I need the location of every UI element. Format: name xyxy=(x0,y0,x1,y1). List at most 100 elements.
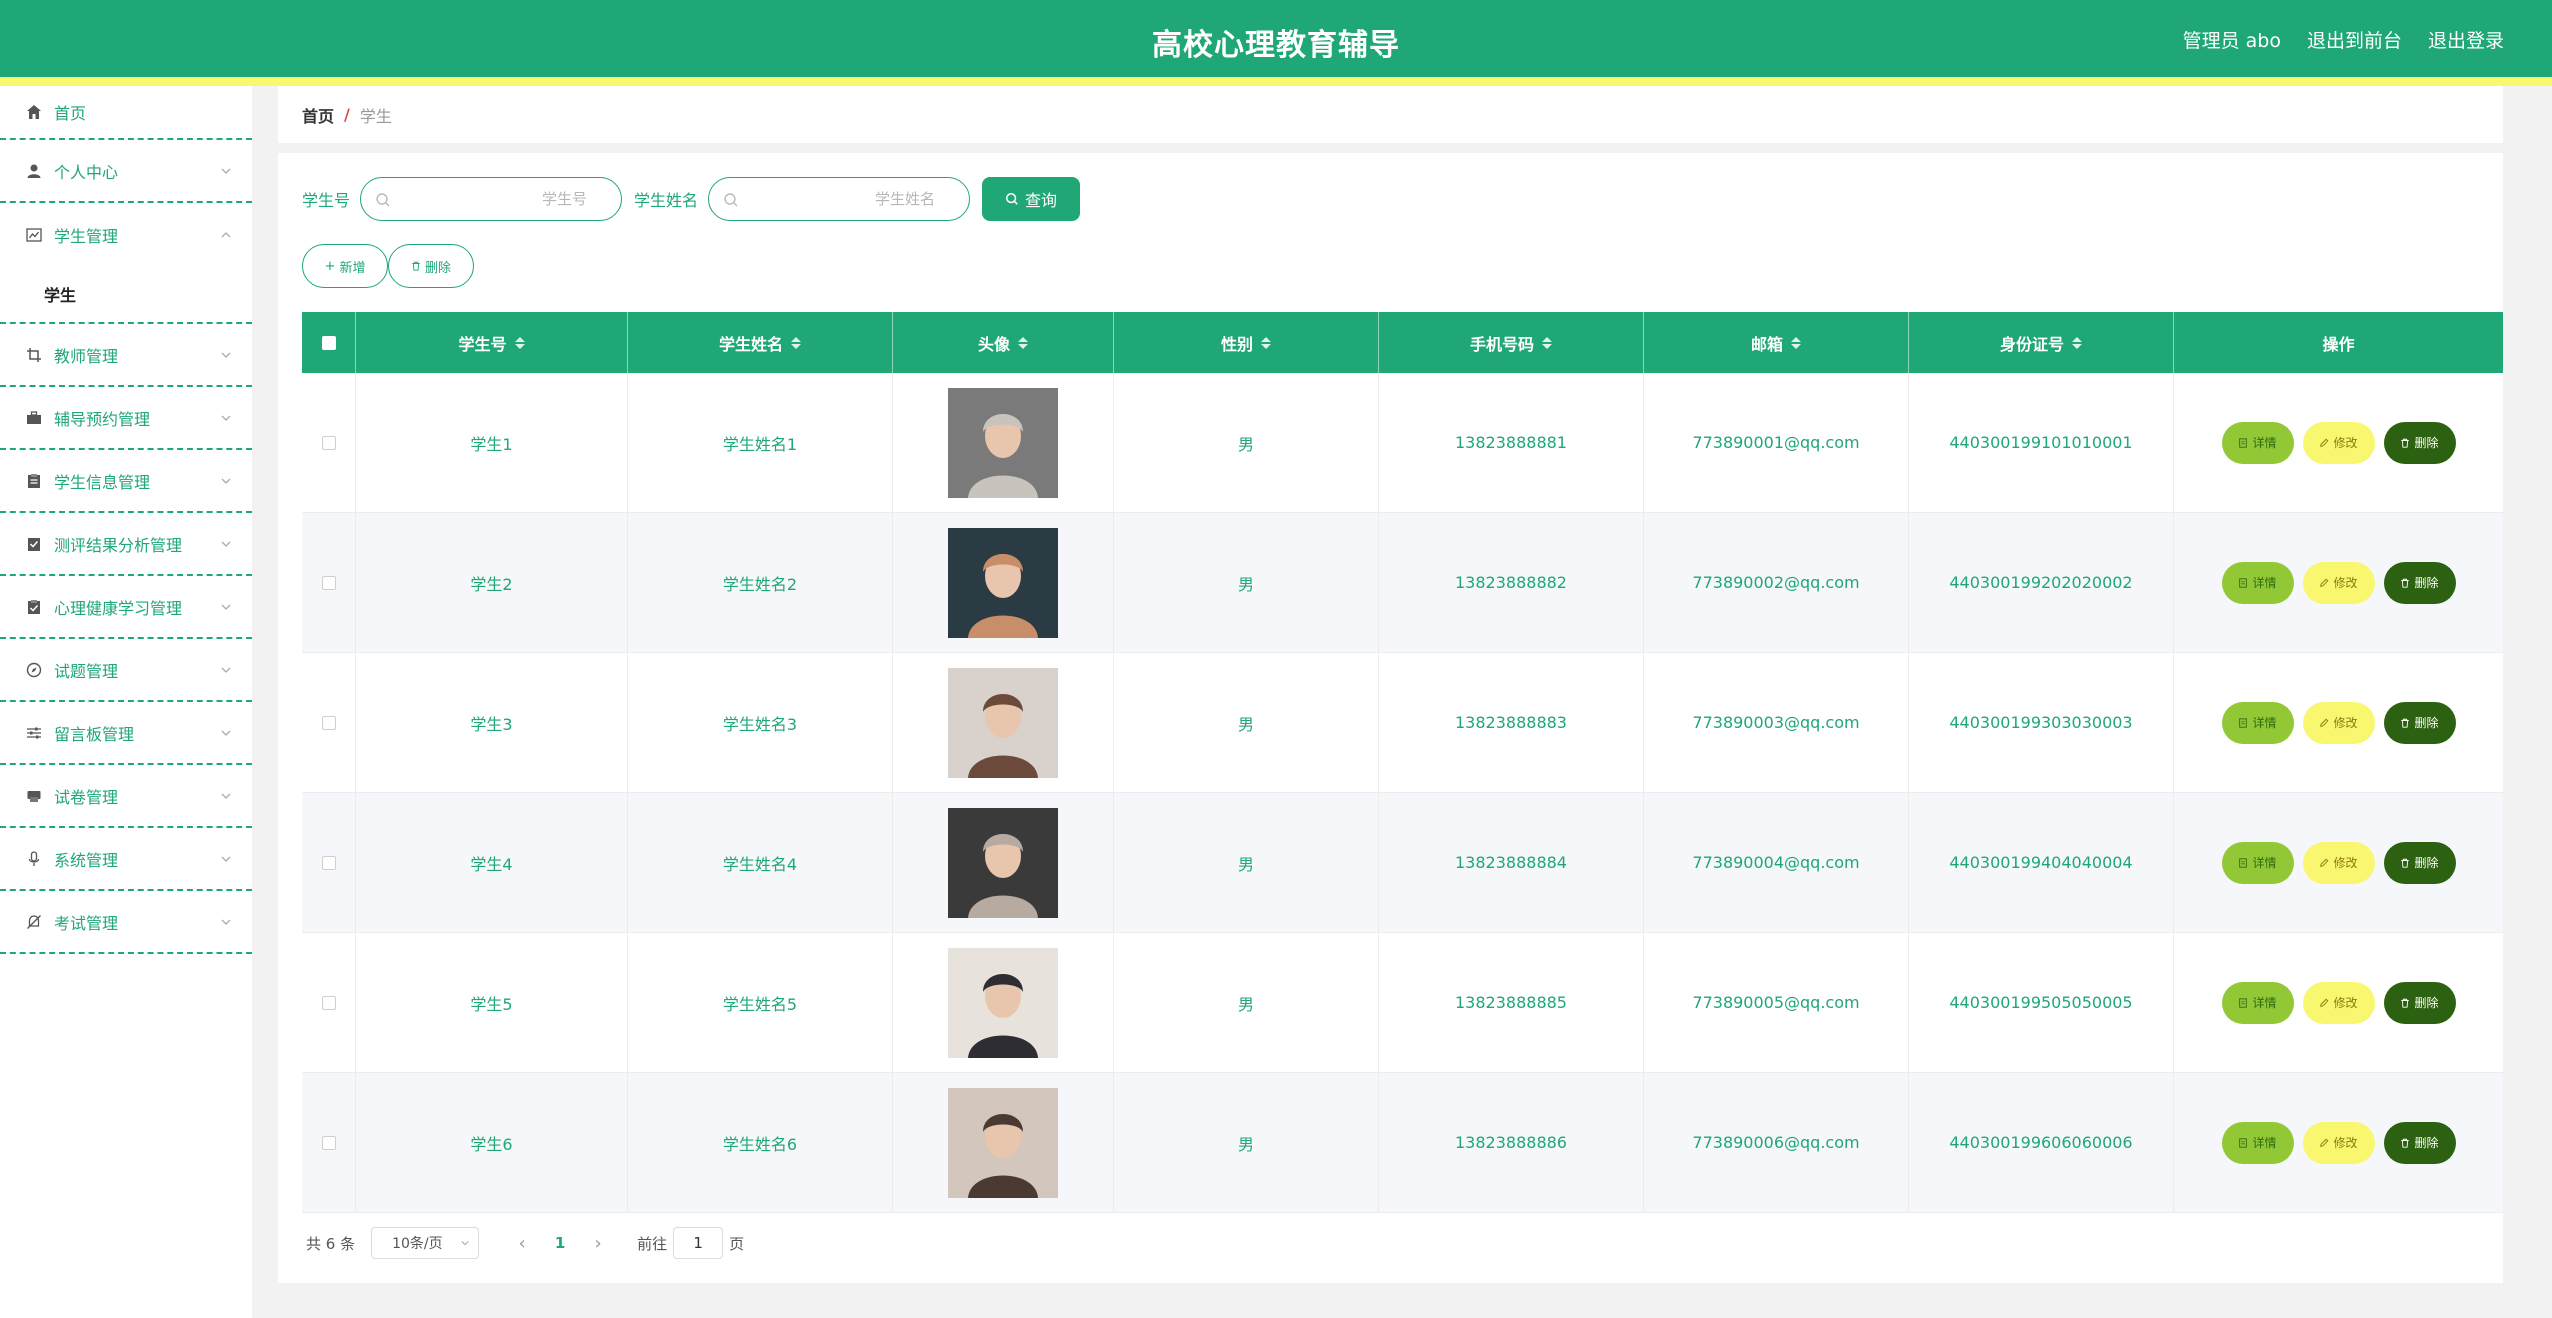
row-checkbox[interactable] xyxy=(321,715,336,730)
sort-icon[interactable] xyxy=(1542,336,1552,349)
clipboard-icon xyxy=(26,473,42,489)
email: 773890006@qq.com xyxy=(1692,1133,1860,1152)
row-checkbox-cell xyxy=(302,513,356,652)
detail-button-label: 详情 xyxy=(2252,856,2277,870)
edit-icon xyxy=(2320,998,2329,1007)
column-header-avatar[interactable]: 头像 xyxy=(893,312,1114,373)
gender: 男 xyxy=(1237,574,1254,594)
sort-icon[interactable] xyxy=(1018,336,1028,349)
next-page-button[interactable]: › xyxy=(583,1233,613,1254)
exit-to-front-link[interactable]: 退出到前台 xyxy=(2307,26,2402,53)
row-checkbox-cell xyxy=(302,373,356,512)
chevron-down-icon xyxy=(221,541,231,547)
column-label: 手机号码 xyxy=(1469,334,1534,354)
trash-icon xyxy=(2401,858,2410,868)
row-actions: 详情 修改 删除 xyxy=(2221,981,2456,1024)
column-header-gender[interactable]: 性别 xyxy=(1114,312,1379,373)
batch-delete-button[interactable]: 删除 xyxy=(388,244,474,288)
user-icon xyxy=(26,163,42,179)
id-number: 440300199303030003 xyxy=(1949,713,2133,732)
crop-icon xyxy=(26,347,42,363)
sidebar-item-message-board-management[interactable]: 留言板管理 xyxy=(0,702,252,765)
edit-button[interactable]: 修改 xyxy=(2302,981,2375,1024)
column-header-id-number[interactable]: 身份证号 xyxy=(1909,312,2174,373)
cell-gender: 男 xyxy=(1114,793,1379,932)
delete-button[interactable]: 删除 xyxy=(2383,701,2456,744)
table-row: 学生4 学生姓名4 男 13823888884 773890004@qq.com… xyxy=(302,793,2503,933)
prev-page-button[interactable]: ‹ xyxy=(507,1233,537,1254)
sidebar-subitem-student[interactable]: 学生 xyxy=(0,266,252,322)
detail-button[interactable]: 详情 xyxy=(2221,701,2294,744)
student-no: 学生5 xyxy=(470,994,513,1014)
delete-button[interactable]: 删除 xyxy=(2383,421,2456,464)
sliders-icon xyxy=(26,725,42,741)
avatar xyxy=(948,387,1058,498)
edit-button[interactable]: 修改 xyxy=(2302,421,2375,464)
cell-student-no: 学生5 xyxy=(356,933,628,1072)
sidebar-item-home[interactable]: 首页 xyxy=(0,86,252,140)
detail-button-label: 详情 xyxy=(2252,436,2277,450)
cell-email: 773890003@qq.com xyxy=(1644,653,1909,792)
sidebar-item-assessment-analysis-management[interactable]: 测评结果分析管理 xyxy=(0,513,252,576)
sort-icon[interactable] xyxy=(1261,336,1271,349)
goto-page-input[interactable]: 1 xyxy=(673,1227,724,1259)
student-name-input[interactable] xyxy=(749,178,950,220)
row-checkbox[interactable] xyxy=(321,995,336,1010)
sidebar-item-paper-management[interactable]: 试卷管理 xyxy=(0,765,252,828)
column-header-email[interactable]: 邮箱 xyxy=(1644,312,1909,373)
delete-button[interactable]: 删除 xyxy=(2383,981,2456,1024)
detail-button[interactable]: 详情 xyxy=(2221,1121,2294,1164)
row-checkbox[interactable] xyxy=(321,855,336,870)
column-header-phone[interactable]: 手机号码 xyxy=(1379,312,1644,373)
sort-icon[interactable] xyxy=(791,336,801,349)
plus-icon: + xyxy=(324,258,336,274)
gender: 男 xyxy=(1237,714,1254,734)
edit-button[interactable]: 修改 xyxy=(2302,561,2375,604)
edit-button[interactable]: 修改 xyxy=(2302,1121,2375,1164)
sidebar-item-student-info-management[interactable]: 学生信息管理 xyxy=(0,450,252,513)
breadcrumb-current: 学生 xyxy=(359,106,392,126)
add-button[interactable]: + 新增 xyxy=(302,244,388,288)
detail-button[interactable]: 详情 xyxy=(2221,981,2294,1024)
query-button[interactable]: 查询 xyxy=(982,177,1081,221)
column-header-student-no[interactable]: 学生号 xyxy=(356,312,628,373)
id-number: 440300199101010001 xyxy=(1949,433,2133,452)
row-checkbox-cell xyxy=(302,933,356,1072)
sidebar-item-personal-center[interactable]: 个人中心 xyxy=(0,140,252,203)
row-checkbox[interactable] xyxy=(321,1135,336,1150)
select-all-checkbox[interactable] xyxy=(321,335,336,350)
sort-icon[interactable] xyxy=(514,336,525,349)
admin-name: 管理员 abo xyxy=(2182,30,2281,52)
gender: 男 xyxy=(1237,994,1254,1014)
row-actions: 详情 修改 删除 xyxy=(2221,701,2456,744)
detail-button[interactable]: 详情 xyxy=(2221,421,2294,464)
sidebar-item-appointment-management[interactable]: 辅导预约管理 xyxy=(0,387,252,450)
row-checkbox[interactable] xyxy=(321,575,336,590)
logout-link[interactable]: 退出登录 xyxy=(2428,26,2504,53)
sidebar-item-exam-management[interactable]: 考试管理 xyxy=(0,891,252,954)
sidebar-item-system-management[interactable]: 系统管理 xyxy=(0,828,252,891)
detail-button[interactable]: 详情 xyxy=(2221,561,2294,604)
breadcrumb-home[interactable]: 首页 xyxy=(302,103,334,127)
sidebar-item-mental-health-learning-management[interactable]: 心理健康学习管理 xyxy=(0,576,252,639)
row-checkbox[interactable] xyxy=(321,435,336,450)
sort-icon[interactable] xyxy=(1791,336,1801,349)
sidebar-item-question-management[interactable]: 试题管理 xyxy=(0,639,252,702)
delete-button[interactable]: 删除 xyxy=(2383,841,2456,884)
row-checkbox-cell xyxy=(302,1073,356,1212)
sidebar-item-teacher-management[interactable]: 教师管理 xyxy=(0,324,252,387)
detail-button[interactable]: 详情 xyxy=(2221,841,2294,884)
page-number[interactable]: 1 xyxy=(537,1234,583,1252)
page-size-select[interactable]: 10条/页 xyxy=(371,1227,480,1259)
student-no-input[interactable] xyxy=(401,178,602,220)
sort-icon[interactable] xyxy=(2072,336,2082,349)
column-header-student-name[interactable]: 学生姓名 xyxy=(628,312,893,373)
avatar xyxy=(948,1087,1058,1198)
edit-button[interactable]: 修改 xyxy=(2302,701,2375,744)
cell-email: 773890002@qq.com xyxy=(1644,513,1909,652)
delete-button[interactable]: 删除 xyxy=(2383,1121,2456,1164)
edit-button[interactable]: 修改 xyxy=(2302,841,2375,884)
clipboard-check-icon xyxy=(26,599,42,615)
delete-button[interactable]: 删除 xyxy=(2383,561,2456,604)
sidebar-item-student-management[interactable]: 学生管理 xyxy=(0,203,252,266)
